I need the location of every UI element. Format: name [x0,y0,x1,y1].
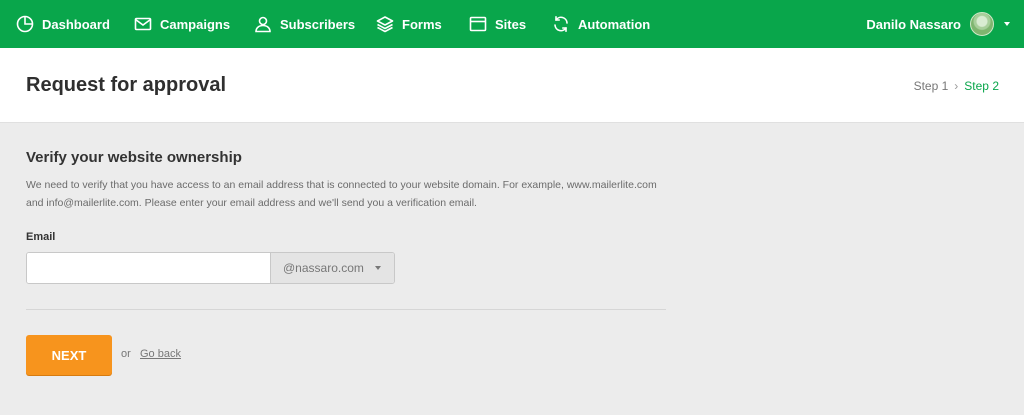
user-menu[interactable]: Danilo Nassaro [866,0,1010,48]
layers-icon [376,16,394,33]
nav-item-label: Subscribers [280,16,356,32]
nav-item-automation[interactable]: Automation [552,0,650,48]
nav-item-label: Sites [495,16,527,32]
step-1: Step 1 [913,79,949,93]
or-text: or [121,348,131,360]
chevron-down-icon [374,266,381,270]
nav-item-label: Dashboard [42,16,110,32]
chevron-down-icon [1004,22,1010,26]
page-title: Request for approval [26,74,227,96]
next-button[interactable]: NEXT [26,335,112,375]
nav-item-forms[interactable]: Forms [376,0,442,48]
nav-item-subscribers[interactable]: Subscribers [254,0,355,48]
nav-item-label: Automation [578,16,651,32]
divider [26,309,666,310]
refresh-icon [554,16,568,32]
dashboard-icon [16,15,34,33]
domain-value: @nassaro.com [283,261,364,275]
section-title: Verify your website ownership [26,149,242,166]
nav-item-dashboard[interactable]: Dashboard [16,0,110,48]
top-nav-bar: Dashboard Campaigns Subscribers Forms Si… [0,0,1024,48]
chevron-right-icon: › [954,79,959,93]
email-input-group: @nassaro.com [26,252,395,284]
nav-item-sites[interactable]: Sites [469,0,526,48]
go-back-link[interactable]: Go back [140,348,181,360]
domain-select[interactable]: @nassaro.com [270,253,394,283]
step-breadcrumb: Step 1 › Step 2 [914,79,999,93]
nav-item-label: Campaigns [160,16,231,32]
envelope-icon [134,17,152,31]
user-icon [255,16,271,33]
nav-item-label: Forms [402,16,442,32]
email-input[interactable] [27,253,270,283]
step-2: Step 2 [964,79,999,93]
avatar [970,12,994,36]
email-label: Email [26,231,56,243]
user-name: Danilo Nassaro [866,16,961,32]
page-header: Request for approval Step 1 › Step 2 [0,48,1024,123]
nav-item-campaigns[interactable]: Campaigns [134,0,230,48]
browser-window-icon [469,16,487,32]
section-description: We need to verify that you have access t… [26,179,657,209]
